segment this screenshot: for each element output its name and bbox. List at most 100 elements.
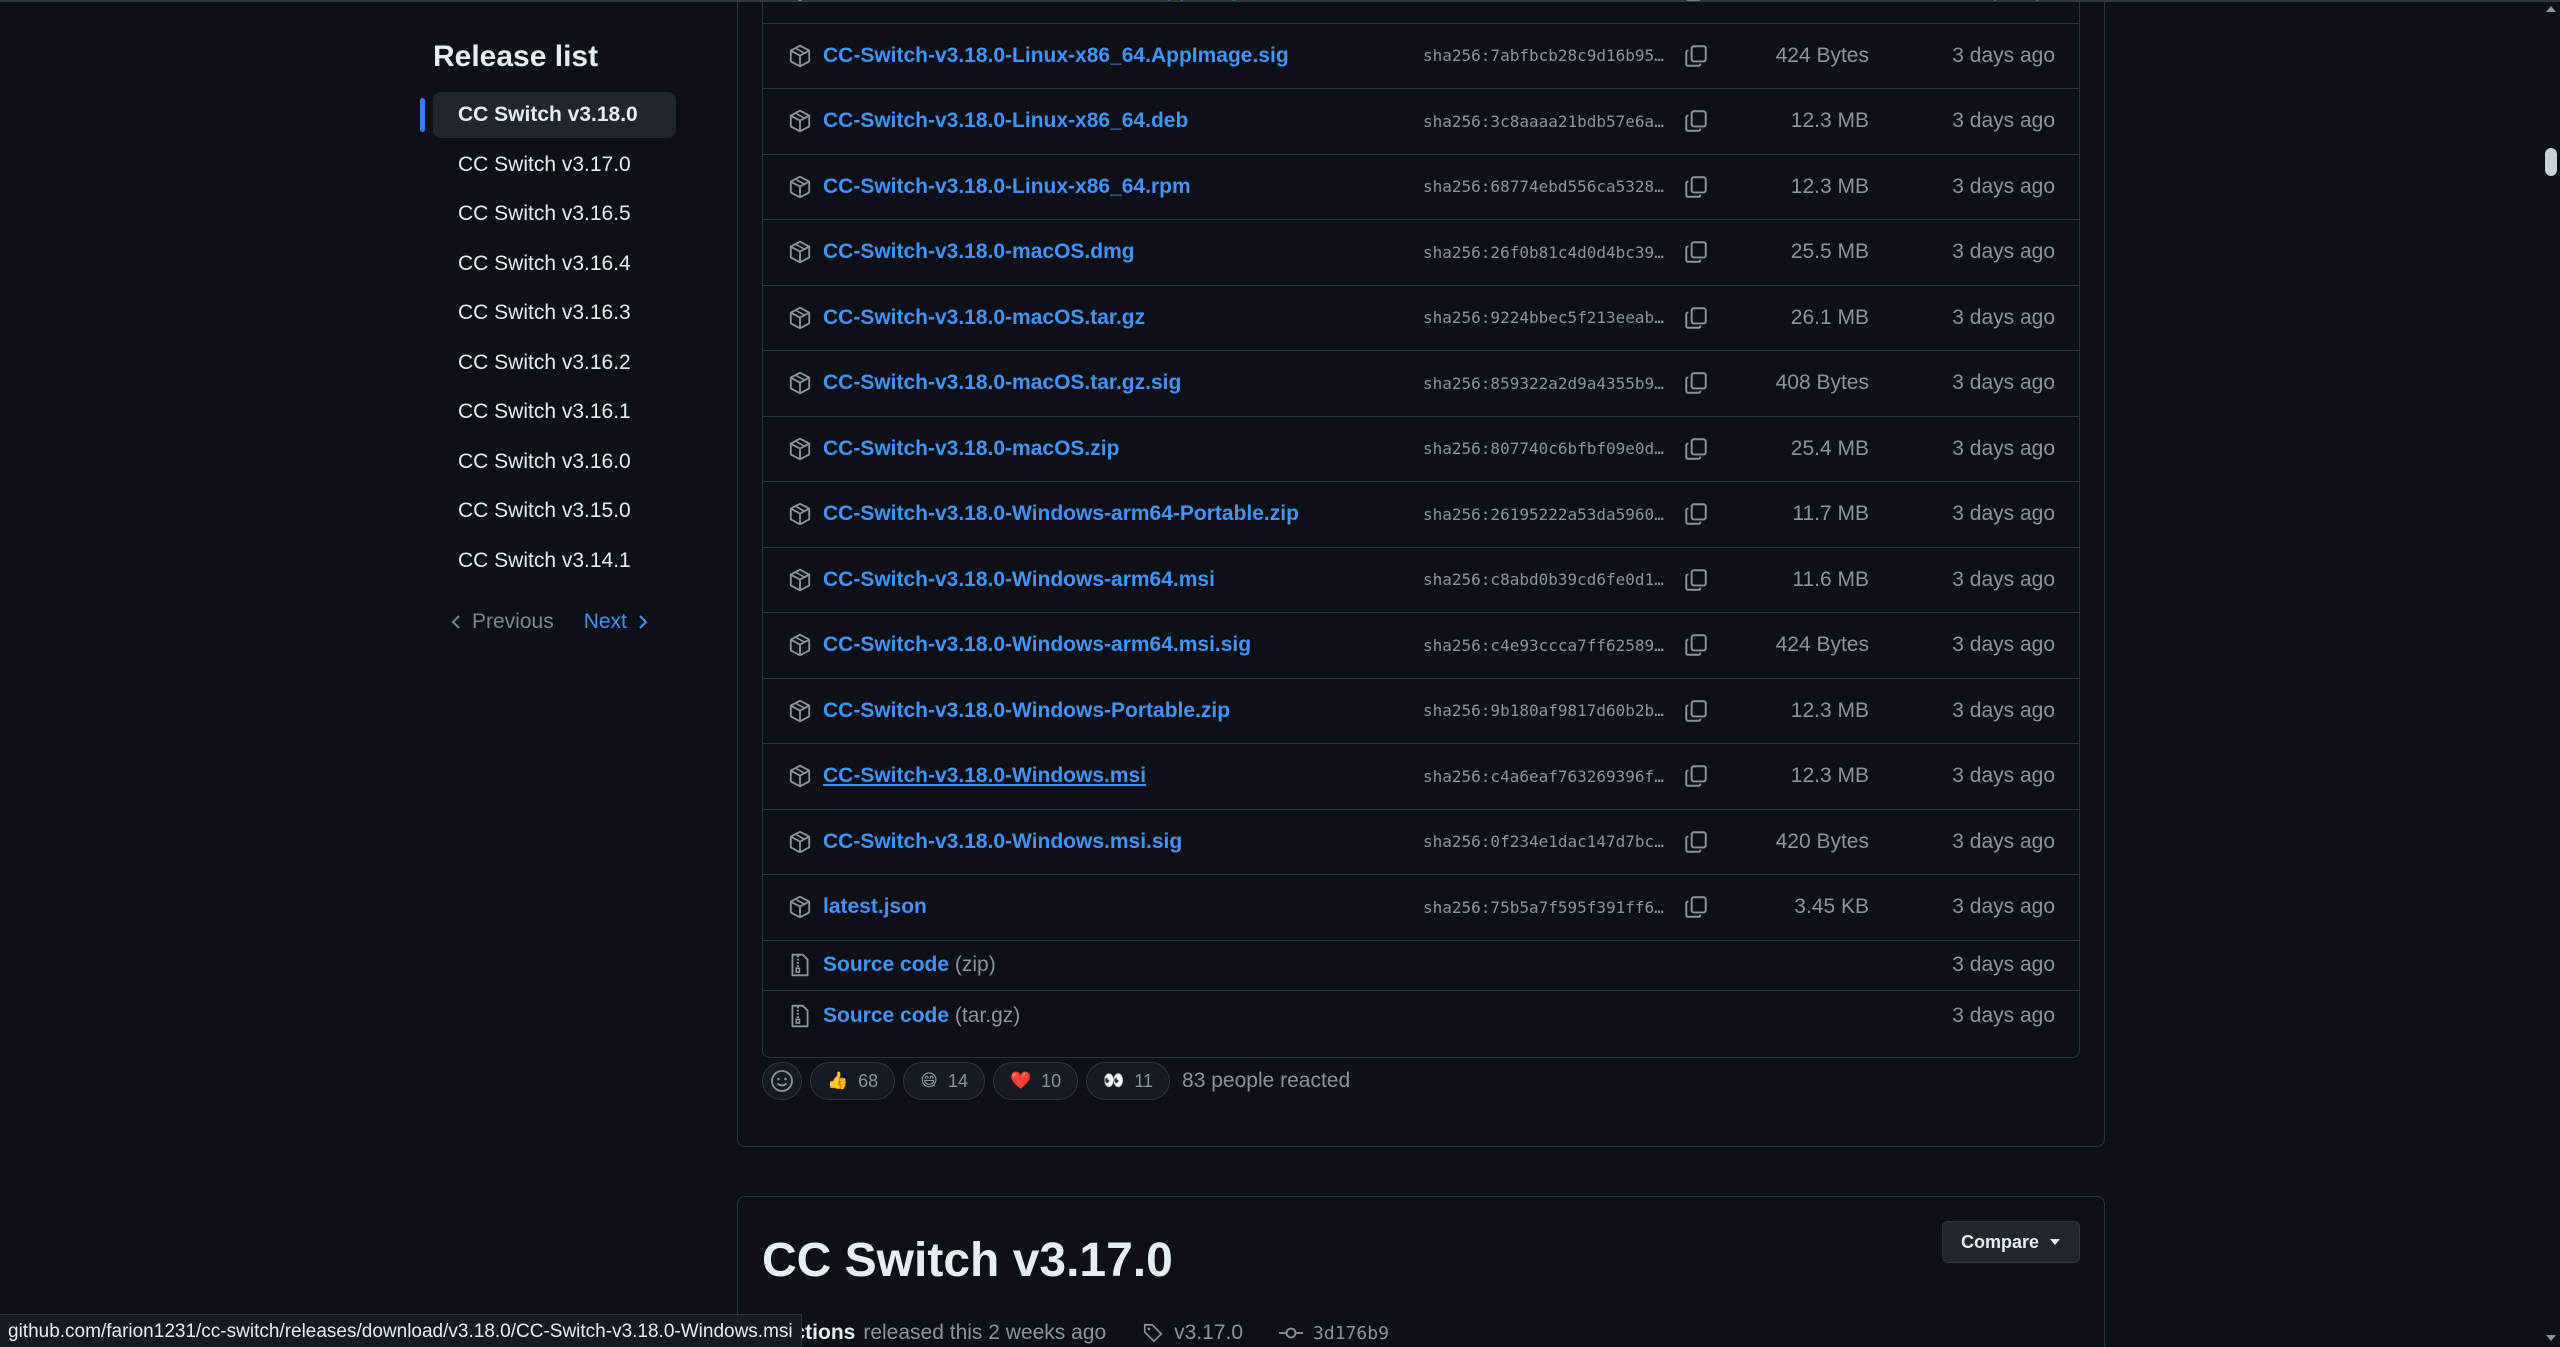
previous-label: Previous (472, 609, 554, 633)
copy-icon[interactable] (1683, 894, 1709, 920)
copy-icon[interactable] (1683, 108, 1709, 134)
reaction-pill[interactable]: 😄 14 (903, 1062, 985, 1100)
file-zip-icon (787, 1003, 813, 1029)
asset-sha256: sha256:807740c6bfbf09e0d… (1423, 439, 1664, 459)
copy-icon[interactable] (1683, 763, 1709, 789)
copy-icon[interactable] (1683, 43, 1709, 69)
asset-download-link[interactable]: CC-Switch-v3.18.0-Windows-arm64.msi (823, 568, 1215, 592)
copy-icon[interactable] (1683, 567, 1709, 593)
asset-row: CC-Switch-v3.18.0-macOS.tar.gz.sig sha256… (763, 351, 2079, 417)
release-list-item[interactable]: CC Switch v3.15.0 (433, 488, 676, 534)
add-reaction-button[interactable] (762, 1062, 802, 1100)
release-list-item[interactable]: CC Switch v3.17.0 (433, 142, 676, 188)
asset-sha256: sha256:9b180af9817d60b2b… (1423, 701, 1664, 721)
copy-icon[interactable] (1683, 436, 1709, 462)
asset-date: 3 days ago (1952, 240, 2055, 264)
asset-date: 3 days ago (1952, 0, 2055, 2)
package-icon (787, 239, 813, 265)
package-icon (787, 436, 813, 462)
asset-download-link[interactable]: CC-Switch-v3.18.0-Linux-x86_64.deb (823, 109, 1188, 133)
asset-row: CC-Switch-v3.18.0-Linux-x86_64.deb sha256… (763, 89, 2079, 155)
asset-size: 424 Bytes (1775, 633, 1869, 657)
asset-download-link[interactable]: CC-Switch-v3.18.0-Windows.msi.sig (823, 830, 1182, 854)
release-list-item[interactable]: CC Switch v3.16.0 (433, 439, 676, 485)
asset-download-link[interactable]: latest.json (823, 895, 927, 919)
copy-icon[interactable] (1683, 0, 1709, 3)
asset-download-link[interactable]: CC-Switch-v3.18.0-Windows-Portable.zip (823, 699, 1230, 723)
reaction-pill[interactable]: ❤️ 10 (992, 1062, 1079, 1100)
reaction-pill[interactable]: 👍 68 (810, 1062, 896, 1100)
reaction-count: 14 (947, 1070, 968, 1091)
previous-button[interactable]: Previous (450, 610, 554, 634)
scroll-thumb[interactable] (2545, 148, 2557, 176)
asset-size: 25.5 MB (1790, 240, 1869, 264)
asset-sha256: sha256:c8abd0b39cd6fe0d1… (1423, 570, 1664, 590)
asset-size: 420 Bytes (1775, 829, 1869, 853)
assets-list: CC-Switch-v3.18.0-Linux-x86_64.AppImages… (762, 0, 2080, 1058)
copy-icon[interactable] (1683, 501, 1709, 527)
package-icon (787, 632, 813, 658)
release-list-item[interactable]: CC Switch v3.16.3 (433, 290, 676, 336)
asset-sha256: sha256:c4e93ccca7ff62589… (1423, 635, 1664, 655)
reactions-bar: 👍 68 😄 14 ❤️ 10 👀 11 83 people reacted (762, 1061, 1350, 1101)
copy-icon[interactable] (1683, 632, 1709, 658)
asset-date: 3 days ago (1952, 436, 2055, 460)
asset-row: CC-Switch-v3.18.0-Linux-x86_64.AppImages… (763, 0, 2079, 24)
release-title[interactable]: CC Switch v3.17.0 (762, 1233, 1173, 1288)
asset-download-link[interactable]: CC-Switch-v3.18.0-macOS.tar.gz.sig (823, 371, 1181, 395)
copy-icon[interactable] (1683, 370, 1709, 396)
scroll-up-arrow-icon[interactable] (2546, 6, 2556, 12)
release-list-item[interactable]: CC Switch v3.16.4 (433, 241, 676, 287)
asset-download-link[interactable]: CC-Switch-v3.18.0-Windows.msi (823, 764, 1146, 788)
copy-icon[interactable] (1683, 305, 1709, 331)
copy-icon[interactable] (1683, 829, 1709, 855)
copy-icon[interactable] (1683, 239, 1709, 265)
caret-down-icon (2050, 1239, 2060, 1245)
release-tag[interactable]: v3.17.0 (1142, 1321, 1243, 1345)
asset-download-link[interactable]: CC-Switch-v3.18.0-Windows-arm64.msi.sig (823, 633, 1251, 657)
asset-download-link[interactable]: CC-Switch-v3.18.0-macOS.tar.gz (823, 306, 1145, 330)
scroll-down-arrow-icon[interactable] (2546, 1335, 2556, 1341)
page-scrollbar[interactable] (2542, 0, 2560, 1347)
package-icon (787, 0, 813, 3)
link-status-bar: github.com/farion1231/cc-switch/releases… (0, 1314, 802, 1347)
asset-size: 11.6 MB (1792, 567, 1869, 591)
asset-download-link[interactable]: CC-Switch-v3.18.0-macOS.dmg (823, 240, 1135, 264)
release-commit[interactable]: 3d176b9 (1279, 1323, 1389, 1344)
release-items: CC Switch v3.18.0 CC Switch v3.17.0 CC Swi… (420, 92, 680, 584)
package-icon (787, 567, 813, 593)
sidebar-title: Release list (433, 40, 599, 73)
compare-label: Compare (1960, 1231, 2039, 1252)
copy-icon[interactable] (1683, 174, 1709, 200)
asset-date: 3 days ago (1952, 829, 2055, 853)
source-code-format: (zip) (954, 953, 996, 976)
asset-download-link[interactable]: CC-Switch-v3.18.0-macOS.zip (823, 437, 1119, 461)
asset-date: 3 days ago (1952, 305, 2055, 329)
asset-date: 3 days ago (1952, 953, 2055, 976)
compare-button[interactable]: Compare (1941, 1221, 2080, 1263)
source-code-link[interactable]: Source code (zip) (823, 953, 996, 977)
next-button[interactable]: Next (584, 610, 649, 634)
release-list-item[interactable]: CC Switch v3.18.0 (420, 92, 676, 138)
asset-download-link[interactable]: CC-Switch-v3.18.0-Windows-arm64-Portable… (823, 502, 1299, 526)
asset-size: 26.1 MB (1790, 305, 1869, 329)
reaction-emoji: 👍 (827, 1071, 849, 1090)
asset-size: 12.3 MB (1790, 174, 1869, 198)
source-code-link[interactable]: Source code (tar.gz) (823, 1004, 1020, 1028)
asset-download-link[interactable]: CC-Switch-v3.18.0-Linux-x86_64.AppImage.… (823, 44, 1289, 68)
release-list-item[interactable]: CC Switch v3.16.1 (433, 389, 676, 435)
asset-download-link[interactable]: CC-Switch-v3.18.0-Linux-x86_64.AppImage (823, 0, 1252, 2)
package-icon (787, 108, 813, 134)
asset-row: CC-Switch-v3.18.0-Windows-arm64.msi sha25… (763, 548, 2079, 613)
asset-size: 408 Bytes (1775, 371, 1869, 395)
asset-sha256: sha256:3c8aaaa21bdb57e6a… (1423, 111, 1664, 131)
reactions-summary: 83 people reacted (1182, 1069, 1351, 1092)
file-zip-icon (787, 952, 813, 978)
release-list-item[interactable]: CC Switch v3.14.1 (433, 538, 676, 584)
asset-sha256: sha256:859322a2d9a4355b9… (1423, 373, 1664, 393)
copy-icon[interactable] (1683, 698, 1709, 724)
reaction-pill[interactable]: 👀 11 (1086, 1062, 1171, 1100)
release-list-item[interactable]: CC Switch v3.16.5 (433, 191, 676, 237)
release-list-item[interactable]: CC Switch v3.16.2 (433, 340, 676, 386)
asset-download-link[interactable]: CC-Switch-v3.18.0-Linux-x86_64.rpm (823, 175, 1191, 199)
